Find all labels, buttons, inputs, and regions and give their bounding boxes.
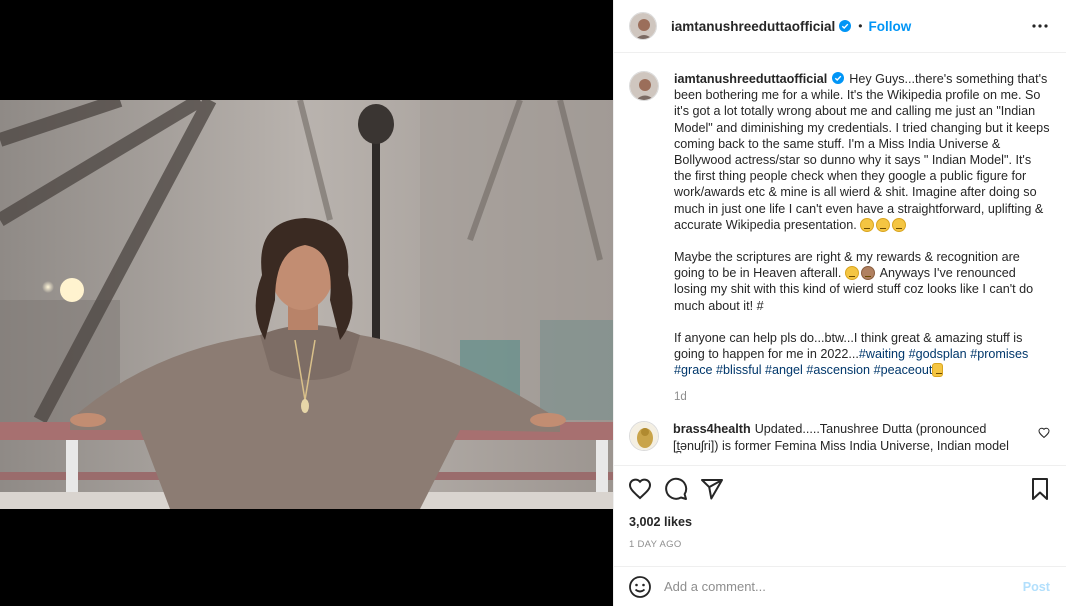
comment-text: brass4health Updated.....Tanushree Dutta … [673,421,1023,454]
hashtag-link[interactable]: #peaceout [874,363,933,377]
flushed-face-emoji-icon [876,217,891,232]
comment-bubble-icon[interactable] [664,477,688,501]
hashtag-link[interactable]: #waiting [859,347,905,361]
caption-avatar[interactable] [629,71,659,101]
post-detail-panel: iamtanushreeduttaofficial • Follow iamta… [613,0,1066,606]
smiling-face-emoji-icon [844,266,859,281]
author-avatar[interactable] [629,12,657,40]
post-photo[interactable] [0,100,613,509]
hashtag-link[interactable]: #blissful [716,363,762,377]
see-no-evil-monkey-emoji-icon [860,266,875,281]
caption-text: iamtanushreeduttaofficial Hey Guys...ther… [674,71,1050,394]
share-paper-plane-icon[interactable] [700,477,724,501]
comments-scroll-area[interactable]: iamtanushreeduttaofficial Hey Guys...ther… [614,53,1066,465]
separator-dot: • [858,19,863,33]
emoji-picker-icon[interactable] [628,575,652,599]
add-comment-bar: Post [614,566,1066,606]
like-comment-heart-icon[interactable] [1038,427,1050,439]
save-bookmark-icon[interactable] [1028,477,1052,501]
caption-username[interactable]: iamtanushreeduttaofficial [674,72,827,86]
post-comment-button[interactable]: Post [1023,580,1050,594]
comment-input[interactable] [664,579,1023,594]
commenter-username[interactable]: brass4health [673,422,751,436]
flushed-face-emoji-icon [892,217,907,232]
like-heart-icon[interactable] [628,477,652,501]
verified-badge-icon [832,72,845,84]
commenter-avatar[interactable] [629,421,659,452]
follow-button[interactable]: Follow [868,19,911,34]
caption-paragraph-1: Hey Guys...there's something that's been… [674,72,1050,232]
comment-item: brass4health Updated.....Tanushree Dutta … [629,421,1050,454]
victory-hand-emoji-icon [932,363,944,378]
media-pane [0,0,613,606]
hashtag-link[interactable]: #grace [674,363,713,377]
likes-count[interactable]: 3,002 likes [629,515,692,529]
hashtag-link[interactable]: #ascension [806,363,870,377]
verified-badge-icon [839,20,852,32]
flushed-face-emoji-icon [860,217,875,232]
author-username[interactable]: iamtanushreeduttaofficial [671,19,835,34]
more-options-icon[interactable] [1028,14,1052,38]
hashtag-link[interactable]: #godsplan [909,347,967,361]
action-bar [614,465,1066,511]
post-timestamp[interactable]: 1 DAY AGO [629,539,682,550]
post-photo-image [0,100,613,509]
caption: iamtanushreeduttaofficial Hey Guys...ther… [629,71,1050,394]
post-header: iamtanushreeduttaofficial • Follow [614,0,1066,53]
hashtag-link[interactable]: #angel [765,363,803,377]
hashtag-link[interactable]: #promises [970,347,1028,361]
